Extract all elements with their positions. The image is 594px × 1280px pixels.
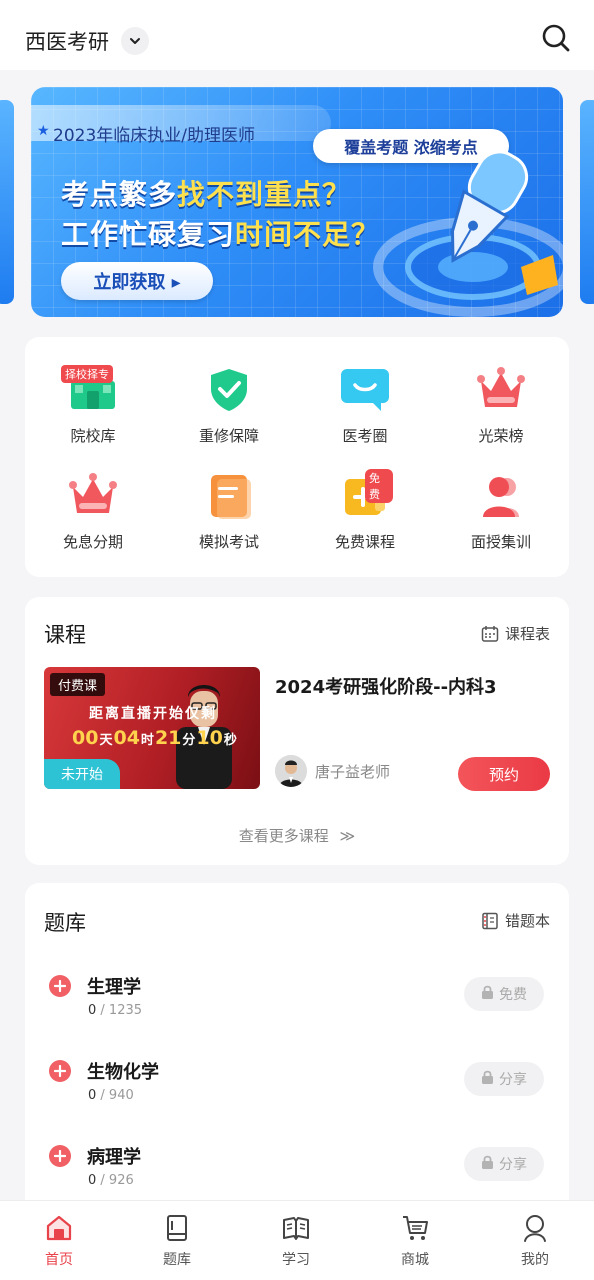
subject-action-button[interactable]: 免费 — [464, 977, 544, 1011]
banner-next-slide[interactable] — [580, 100, 594, 304]
person-icon — [473, 467, 529, 523]
expand-plus-icon[interactable] — [49, 1145, 71, 1167]
search-icon[interactable] — [540, 22, 572, 54]
expand-plus-icon[interactable] — [49, 975, 71, 997]
lock-icon — [481, 985, 494, 1003]
section-title: 课程 — [44, 623, 86, 647]
expand-plus-icon[interactable] — [49, 1060, 71, 1082]
more-courses-link[interactable]: 查看更多课程 ≫ — [25, 825, 569, 846]
grid-item-installment[interactable]: 免息分期 — [25, 443, 161, 551]
grid-item-school-library[interactable]: 择校择专 院校库 — [25, 337, 161, 445]
course-section: 课程 课程表 付费课 距离直播开始仅剩 00天04时21分10秒 未开始 202… — [25, 597, 569, 865]
notebook-icon — [482, 912, 498, 929]
home-icon — [46, 1215, 72, 1241]
banner-prev-slide[interactable] — [0, 100, 14, 304]
teacher-name: 唐子益老师 — [315, 762, 391, 781]
shopping-cart-icon — [403, 1216, 428, 1240]
grid-item-label: 面授集训 — [470, 533, 531, 551]
tab-store[interactable]: 商城 — [356, 1201, 474, 1280]
lock-icon — [481, 1155, 494, 1173]
grid-item-exam-circle[interactable]: 医考圈 — [297, 337, 433, 445]
user-icon — [524, 1215, 546, 1242]
wrong-questions-link[interactable]: 错题本 — [481, 910, 550, 931]
chat-bubble-icon — [337, 361, 393, 417]
chevron-down-icon[interactable] — [121, 27, 149, 55]
course-thumbnail[interactable]: 付费课 距离直播开始仅剩 00天04时21分10秒 未开始 — [44, 667, 260, 789]
subject-progress: 0 / 926 — [88, 1173, 134, 1188]
double-chevron-right-icon: ≫ — [339, 827, 356, 845]
grid-item-mock-exam[interactable]: 模拟考试 — [161, 443, 297, 551]
tab-home[interactable]: 首页 — [0, 1201, 118, 1280]
document-icon — [201, 467, 257, 523]
reserve-button[interactable]: 预约 — [458, 757, 550, 791]
course-title[interactable]: 2024考研强化阶段--内科3 — [275, 673, 497, 699]
question-bank-section: 题库 错题本 生理学 0 / 1235 免费 生物化学 0 / 940 分享 病… — [25, 883, 569, 1213]
grid-item-label: 免费课程 — [334, 533, 395, 551]
lock-icon — [481, 1070, 494, 1088]
tab-study[interactable]: 学习 — [237, 1201, 355, 1280]
banner-headline-2: 工作忙碌复习时间不足？ — [61, 218, 381, 251]
grid-item-label: 模拟考试 — [198, 533, 259, 551]
subject-progress: 0 / 1235 — [88, 1003, 143, 1018]
grid-item-onsite-training[interactable]: 面授集训 — [433, 443, 569, 551]
calendar-icon — [481, 625, 499, 642]
tab-profile[interactable]: 我的 — [476, 1201, 594, 1280]
section-title: 题库 — [44, 911, 86, 935]
course-status-badge: 未开始 — [44, 759, 120, 789]
subject-progress: 0 / 940 — [88, 1088, 134, 1103]
grid-item-honor-roll[interactable]: 光荣榜 — [433, 337, 569, 445]
plus-box-icon: 免费 — [337, 467, 393, 523]
banner-headline-1: 考点繁多找不到重点？ — [61, 178, 352, 211]
paid-course-badge: 付费课 — [50, 673, 106, 696]
pen-nib-illustration — [373, 150, 563, 317]
teacher-info: 唐子益老师 — [275, 755, 390, 787]
list-item[interactable]: 生物化学 0 / 940 分享 — [25, 1058, 569, 1118]
book-icon — [167, 1215, 187, 1241]
grid-item-free-course[interactable]: 免费 免费课程 — [297, 443, 433, 551]
subject-name: 生物化学 — [87, 1062, 159, 1083]
schedule-link[interactable]: 课程表 — [481, 623, 550, 644]
bottom-tab-bar: 首页 题库 学习 商城 我的 — [0, 1200, 594, 1280]
avatar — [275, 755, 307, 787]
list-item[interactable]: 生理学 0 / 1235 免费 — [25, 973, 569, 1033]
crown-icon — [473, 361, 529, 417]
exam-category-title[interactable]: 西医考研 — [25, 26, 109, 56]
grid-item-retake-guarantee[interactable]: 重修保障 — [161, 337, 297, 445]
subject-name: 病理学 — [87, 1147, 141, 1168]
shield-check-icon — [201, 361, 257, 417]
grid-item-label: 免息分期 — [62, 533, 123, 551]
banner-cta-button[interactable]: 立即获取 ▸ — [61, 262, 213, 300]
subject-name: 生理学 — [87, 977, 141, 998]
subject-action-button[interactable]: 分享 — [464, 1062, 544, 1096]
grid-item-badge: 择校择专 — [61, 365, 113, 383]
top-header: 西医考研 — [0, 0, 594, 70]
countdown-title: 距离直播开始仅剩 — [89, 706, 217, 722]
tab-question-bank[interactable]: 题库 — [118, 1201, 236, 1280]
promo-banner[interactable]: ★ 2023年临床执业/助理医师 覆盖考题 浓缩考点 考点繁多找不到重点？ 工作… — [31, 87, 563, 317]
banner-subtitle: 2023年临床执业/助理医师 — [53, 126, 255, 146]
list-item[interactable]: 病理学 0 / 926 分享 — [25, 1143, 569, 1203]
grid-item-badge: 免费 — [365, 469, 393, 503]
school-building-icon: 择校择专 — [61, 361, 121, 417]
star-icon: ★ — [37, 123, 50, 139]
feature-grid-card: 择校择专 院校库 重修保障 医考圈 光荣榜 免息分期 模拟考试 免费 免费课程 … — [25, 337, 569, 577]
countdown-timer: 00天04时21分10秒 — [72, 727, 237, 749]
crown-icon — [65, 467, 121, 523]
subject-action-button[interactable]: 分享 — [464, 1147, 544, 1181]
open-book-icon — [283, 1217, 309, 1240]
